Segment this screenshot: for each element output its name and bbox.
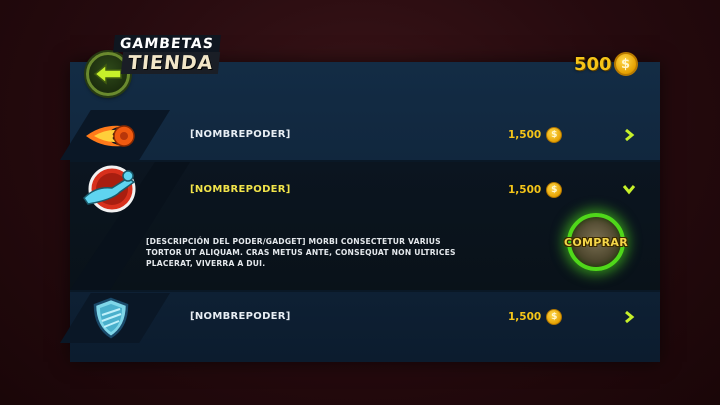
item-description: [DESCRIPCIÓN DEL PODER/GADGET] MORBI CON… <box>146 237 456 268</box>
item-name: [NOMBREPODER] <box>190 129 291 140</box>
item-price: 1,500 $ <box>508 182 563 198</box>
flying-player-icon <box>83 165 136 213</box>
item-price-value: 1,500 <box>508 129 542 141</box>
shop-item-row[interactable]: [NOMBREPODER] 1,500 $ <box>60 110 660 160</box>
row-divider <box>70 290 660 292</box>
buy-button[interactable]: COMPRAR <box>564 213 628 271</box>
chevron-right-icon[interactable] <box>622 310 636 324</box>
item-name: [NOMBREPODER] <box>190 184 291 195</box>
shield-icon <box>93 297 129 339</box>
coin-icon: $ <box>546 309 563 325</box>
item-name: [NOMBREPODER] <box>190 311 291 322</box>
item-price: 1,500 $ <box>508 309 563 325</box>
page-title: TIENDA <box>120 52 221 74</box>
brand-label: GAMBETAS <box>113 35 221 52</box>
item-price-value: 1,500 <box>508 311 542 323</box>
coin-icon: $ <box>613 52 638 76</box>
shop-item-row[interactable]: [NOMBREPODER] 1,500 $ <box>60 293 660 343</box>
chevron-right-icon[interactable] <box>622 128 636 142</box>
coin-balance-value: 500 <box>574 53 612 75</box>
item-price-value: 1,500 <box>508 184 542 196</box>
shop-item-expanded[interactable]: [NOMBREPODER] 1,500 $ [DESCRIPCIÓN DEL P… <box>70 162 660 290</box>
chevron-down-icon[interactable] <box>622 182 636 196</box>
coin-icon: $ <box>546 127 563 143</box>
item-price: 1,500 $ <box>508 127 563 143</box>
coin-balance: 500 $ <box>574 52 638 76</box>
buy-button-label: COMPRAR <box>564 235 628 249</box>
arrow-left-icon <box>93 63 122 85</box>
fireball-icon <box>86 125 135 147</box>
coin-icon: $ <box>546 182 563 198</box>
